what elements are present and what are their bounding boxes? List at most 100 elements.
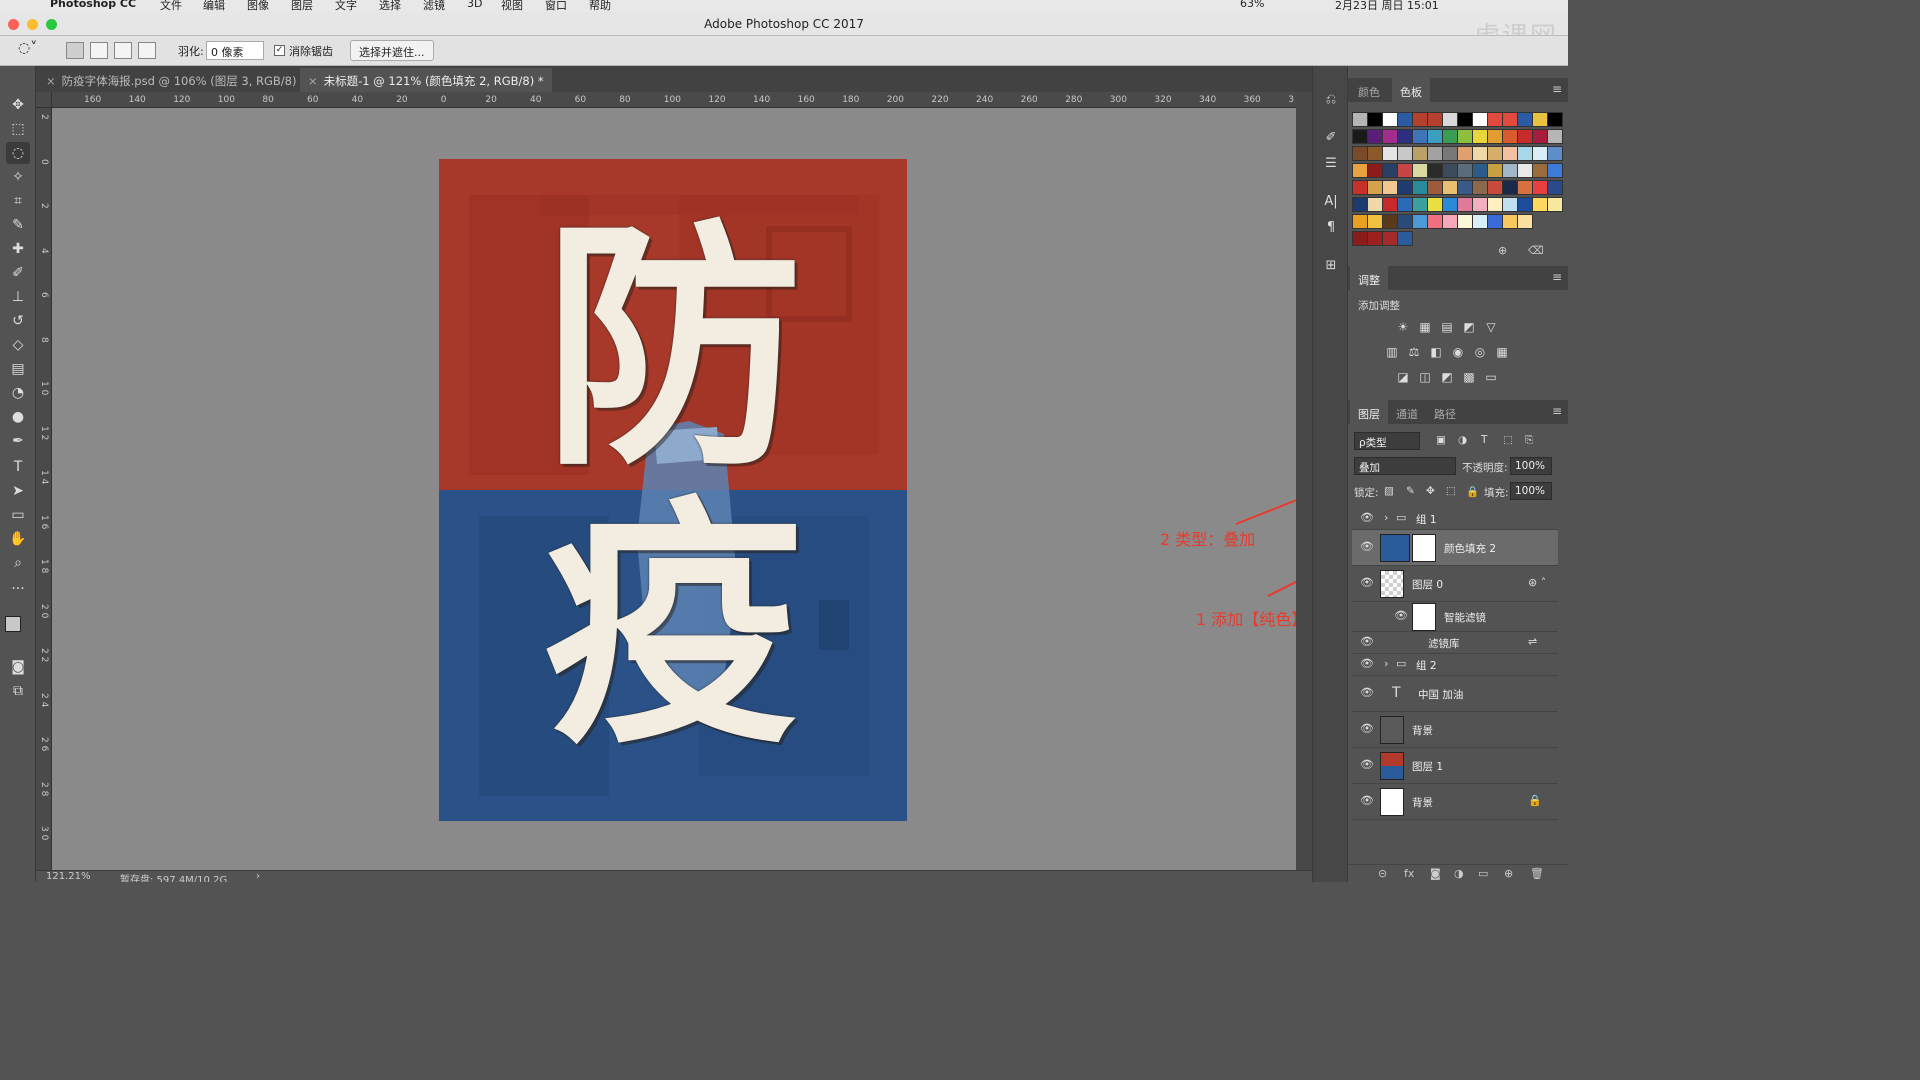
color-swatch[interactable] — [1412, 146, 1428, 161]
visibility-eye-icon[interactable]: 👁 — [1360, 794, 1374, 807]
lock-pixels-icon[interactable]: ✎ — [1406, 485, 1415, 497]
color-swatch[interactable] — [1397, 231, 1413, 246]
color-swatch[interactable] — [1487, 197, 1503, 212]
visibility-eye-icon[interactable]: 👁 — [1360, 657, 1374, 670]
color-swatch[interactable] — [1487, 129, 1503, 144]
color-swatch[interactable] — [1367, 146, 1383, 161]
vibrance-icon[interactable]: ▽ — [1483, 320, 1499, 334]
antialias-checkbox[interactable]: ✓ — [274, 45, 285, 56]
color-swatch[interactable] — [1532, 197, 1548, 212]
zoom-tool-icon[interactable]: ⌕ — [6, 552, 30, 574]
properties-panel-icon[interactable]: ☰ — [1321, 154, 1341, 174]
menu-help[interactable]: 帮助 — [589, 0, 611, 12]
menu-view[interactable]: 视图 — [501, 0, 523, 12]
swatches-menu-icon[interactable]: ≡ — [1552, 82, 1562, 96]
color-swatch[interactable] — [1457, 197, 1473, 212]
layer-row[interactable]: 👁 图层 1 — [1352, 748, 1558, 784]
stamp-tool-icon[interactable]: ⊥ — [6, 286, 30, 308]
color-swatch[interactable] — [1367, 129, 1383, 144]
layer-row[interactable]: 👁 › ▭ 组 2 — [1352, 654, 1558, 676]
healing-brush-tool-icon[interactable]: ✚ — [6, 238, 30, 260]
color-swatch[interactable] — [1397, 146, 1413, 161]
screen-mode-icon[interactable]: ⧉ — [6, 680, 30, 702]
visibility-eye-icon[interactable]: 👁 — [1360, 758, 1374, 771]
lock-artboard-icon[interactable]: ⬚ — [1446, 485, 1456, 497]
color-swatch[interactable] — [1382, 163, 1398, 178]
color-swatch[interactable] — [1517, 180, 1533, 195]
layer-row[interactable]: 👁 滤镜库 ⇌ — [1352, 632, 1558, 654]
color-swatch[interactable] — [1532, 180, 1548, 195]
color-swatch[interactable] — [1502, 197, 1518, 212]
layer-row[interactable]: 👁 颜色填充 2 — [1352, 530, 1558, 566]
color-swatch[interactable] — [1547, 163, 1563, 178]
filter-type-icon[interactable]: T — [1481, 434, 1487, 446]
color-swatch[interactable] — [1457, 214, 1473, 229]
fill-input[interactable]: 100% — [1510, 482, 1552, 500]
color-swatch[interactable] — [1442, 112, 1458, 127]
exposure-icon[interactable]: ◩ — [1461, 320, 1477, 334]
color-swatch[interactable] — [1367, 231, 1383, 246]
tab-swatches[interactable]: 色板 — [1392, 78, 1430, 102]
color-swatch[interactable] — [1442, 129, 1458, 144]
color-swatch[interactable] — [1352, 129, 1368, 144]
color-swatch[interactable] — [1487, 163, 1503, 178]
photo-filter-icon[interactable]: ◉ — [1450, 345, 1466, 359]
blend-mode-select[interactable]: 叠加 — [1354, 457, 1456, 475]
subtract-selection-mode-button[interactable] — [114, 42, 132, 59]
new-layer-icon[interactable]: ⊕ — [1504, 867, 1513, 880]
color-swatch[interactable] — [1427, 146, 1443, 161]
color-swatch[interactable] — [1457, 180, 1473, 195]
color-swatch[interactable] — [1502, 129, 1518, 144]
color-swatch[interactable] — [1397, 214, 1413, 229]
visibility-eye-icon[interactable]: 👁 — [1394, 609, 1408, 622]
color-swatch[interactable] — [1397, 197, 1413, 212]
zoom-level[interactable]: 121.21% — [46, 871, 91, 882]
color-swatch[interactable] — [1517, 129, 1533, 144]
color-swatch[interactable] — [1427, 180, 1443, 195]
color-swatch[interactable] — [1352, 112, 1368, 127]
color-swatch[interactable] — [1502, 180, 1518, 195]
color-swatch[interactable] — [1487, 146, 1503, 161]
color-swatch[interactable] — [1382, 197, 1398, 212]
layer-row[interactable]: 👁 背景 🔒 — [1352, 784, 1558, 820]
status-menu-arrow[interactable]: › — [256, 871, 260, 882]
color-swatch[interactable] — [1427, 112, 1443, 127]
color-swatch[interactable] — [1532, 129, 1548, 144]
brush-tool-icon[interactable]: ✐ — [6, 262, 30, 284]
type-tool-icon[interactable]: T — [6, 456, 30, 478]
color-swatch[interactable] — [1367, 112, 1383, 127]
color-swatch[interactable] — [1352, 231, 1368, 246]
menu-type[interactable]: 文字 — [335, 0, 357, 12]
color-swatch[interactable] — [1352, 146, 1368, 161]
lasso-tool-preset-icon[interactable]: ◌˅ — [18, 40, 37, 56]
intersect-selection-mode-button[interactable] — [138, 42, 156, 59]
color-swatch[interactable] — [1547, 129, 1563, 144]
layer-kind-filter[interactable]: ρ类型 — [1354, 432, 1420, 450]
menu-select[interactable]: 选择 — [379, 0, 401, 12]
layer-row[interactable]: 👁 图层 0 ⊛ ˄ — [1352, 566, 1558, 602]
selective-color-icon[interactable]: ▩ — [1461, 370, 1477, 384]
color-swatch[interactable] — [1382, 112, 1398, 127]
select-and-mask-button[interactable]: 选择并遮住... — [350, 40, 434, 61]
threshold-icon[interactable]: ◩ — [1439, 370, 1455, 384]
color-swatch[interactable] — [1487, 112, 1503, 127]
tab-untitled-1[interactable]: × 未标题-1 @ 121% (颜色填充 2, RGB/8) * — [300, 68, 552, 92]
opacity-input[interactable]: 100% — [1510, 457, 1552, 475]
color-swatch[interactable] — [1502, 112, 1518, 127]
color-swatch[interactable] — [1532, 112, 1548, 127]
color-swatch[interactable] — [1412, 180, 1428, 195]
new-group-icon[interactable]: ▭ — [1478, 867, 1488, 880]
tab-paths[interactable]: 路径 — [1426, 400, 1464, 424]
layer-option-icon[interactable]: ⊛ ˄ — [1528, 576, 1546, 589]
color-swatch[interactable] — [1412, 112, 1428, 127]
posterize-icon[interactable]: ◫ — [1417, 370, 1433, 384]
layer-mask-thumbnail[interactable] — [1412, 534, 1436, 562]
color-swatch[interactable] — [1397, 163, 1413, 178]
marquee-tool-icon[interactable]: ⬚ — [6, 118, 30, 140]
filter-pixel-icon[interactable]: ▣ — [1436, 434, 1446, 446]
path-select-tool-icon[interactable]: ➤ — [6, 480, 30, 502]
color-swatch[interactable] — [1427, 197, 1443, 212]
move-tool-icon[interactable]: ✥ — [6, 94, 30, 116]
new-selection-mode-button[interactable] — [66, 42, 84, 59]
menu-filter[interactable]: 滤镜 — [423, 0, 445, 12]
